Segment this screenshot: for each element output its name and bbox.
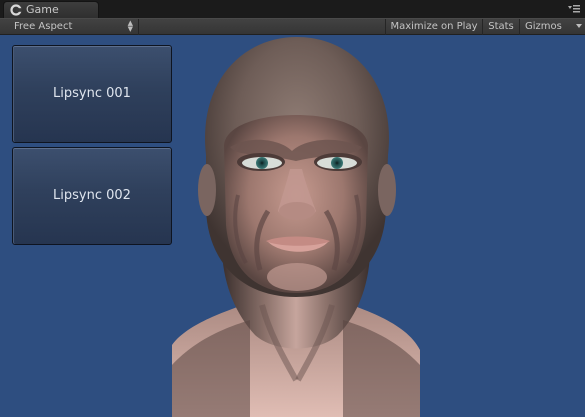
maximize-on-play-button[interactable]: Maximize on Play [385, 19, 482, 35]
tab-label: Game [26, 3, 59, 16]
game-window: Game Free Aspect ▲ ▼ Maximize on Play Sta… [0, 0, 585, 417]
aspect-label: Free Aspect [14, 21, 73, 32]
lipsync-001-button[interactable]: Lipsync 001 [12, 45, 172, 143]
panel-menu-icon[interactable] [567, 3, 581, 15]
stats-button[interactable]: Stats [482, 19, 519, 35]
updown-arrows-icon: ▲ ▼ [127, 19, 133, 33]
stats-label: Stats [488, 21, 514, 32]
chevron-down-icon [576, 24, 582, 28]
gizmos-dropdown[interactable]: Gizmos [519, 19, 585, 35]
tab-game[interactable]: Game [3, 1, 99, 18]
maximize-on-play-label: Maximize on Play [390, 21, 478, 32]
game-toolbar: Free Aspect ▲ ▼ Maximize on Play Stats Gi… [0, 18, 585, 35]
gizmos-label: Gizmos [525, 21, 562, 32]
aspect-dropdown[interactable]: Free Aspect ▲ ▼ [0, 19, 139, 35]
unity-logo-icon [10, 4, 22, 16]
tab-strip: Game [0, 0, 585, 18]
lipsync-002-label: Lipsync 002 [53, 188, 131, 203]
game-viewport[interactable]: Lipsync 001 Lipsync 002 [0, 35, 585, 417]
lipsync-001-label: Lipsync 001 [53, 86, 131, 101]
lipsync-002-button[interactable]: Lipsync 002 [12, 147, 172, 245]
